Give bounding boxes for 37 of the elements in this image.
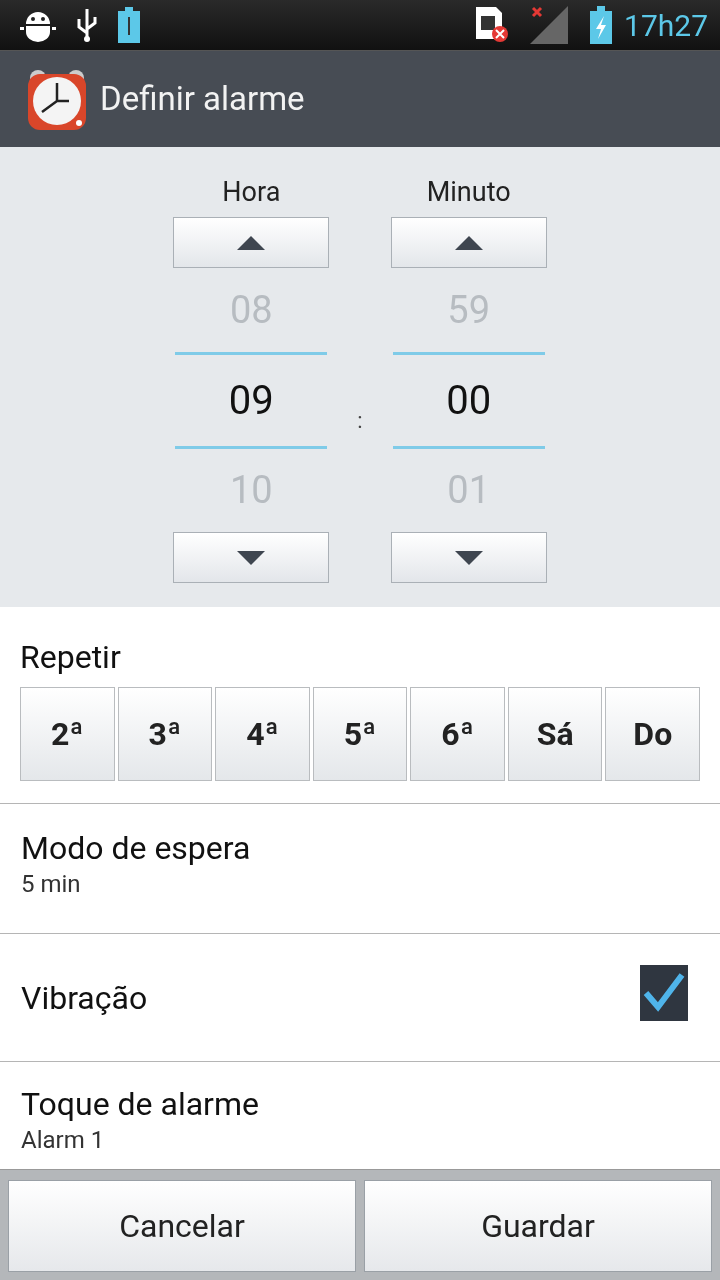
sim-error-icon <box>476 7 511 43</box>
day-toggle[interactable]: 3ª <box>117 687 213 781</box>
signal-icon <box>530 6 571 44</box>
setting-title[interactable]: Toque de alarme <box>21 1084 699 1124</box>
clock-time: 17h27 <box>624 6 708 45</box>
day-toggle[interactable]: Do <box>605 687 701 781</box>
day-toggle[interactable]: 4ª <box>215 687 310 781</box>
decrement-button[interactable] <box>390 532 547 583</box>
battery-charging-icon <box>590 6 613 44</box>
down-arrow-icon <box>454 550 483 565</box>
setting-title: Vibração <box>21 977 148 1019</box>
day-toggle[interactable]: 6ª <box>410 687 505 781</box>
time-separator: : <box>357 407 363 435</box>
up-arrow-icon <box>237 235 266 250</box>
setting-value: Alarm 1 <box>21 1125 106 1156</box>
setting-title[interactable]: Modo de espera <box>21 828 699 868</box>
repeat-label: Repetir <box>20 637 122 678</box>
picker-label: Minuto <box>426 175 511 210</box>
day-toggle[interactable]: 5ª <box>312 687 408 781</box>
up-arrow-icon <box>454 235 483 250</box>
picker-label: Hora <box>222 175 281 210</box>
alarm-clock-icon <box>26 68 88 130</box>
cancel-button[interactable]: Cancelar <box>8 1180 356 1272</box>
day-toggle[interactable]: 2ª <box>20 687 115 781</box>
battery-usb-icon <box>118 7 140 43</box>
increment-button[interactable] <box>173 217 330 268</box>
checkbox[interactable] <box>640 964 688 1021</box>
setting-value: 5 min <box>21 869 82 900</box>
decrement-button[interactable] <box>173 532 330 583</box>
increment-button[interactable] <box>390 217 547 268</box>
current-value[interactable]: 09 <box>228 355 274 446</box>
down-arrow-icon <box>237 550 266 565</box>
current-value[interactable]: 00 <box>446 355 492 446</box>
window-title: Definir alarme <box>100 78 305 121</box>
usb-icon <box>76 7 98 43</box>
day-toggle[interactable]: Sá <box>507 687 603 781</box>
save-button[interactable]: Guardar <box>364 1180 712 1272</box>
